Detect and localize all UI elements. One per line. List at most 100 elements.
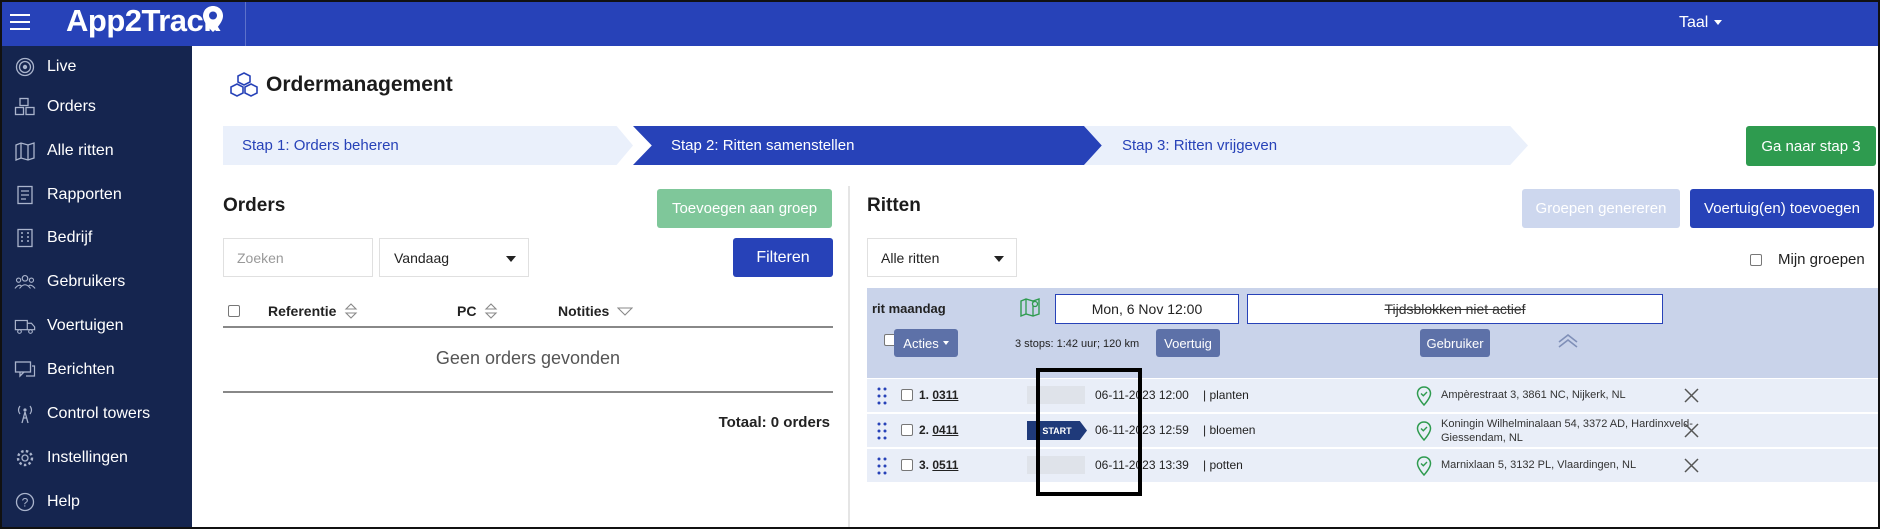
- add-to-group-button[interactable]: Toevoegen aan groep: [657, 189, 832, 228]
- order-ref-link[interactable]: 0411: [932, 423, 958, 437]
- stop-address: Marnixlaan 5, 3132 PL, Vlaardingen, NL: [1441, 459, 1637, 471]
- sidebar: Live Orders Alle ritten Rapporten Bedrij…: [2, 46, 192, 527]
- stop-index: 1. 0311: [919, 388, 958, 402]
- stop-row[interactable]: 3. 0511 06-11-2023 13:39 | potten Marnix…: [867, 449, 1878, 483]
- my-groups-label: Mijn groepen: [1778, 251, 1865, 268]
- stop-index: 2. 0411: [919, 423, 958, 437]
- sidebar-item-label: Control towers: [47, 405, 151, 422]
- orders-icon: [14, 96, 36, 118]
- rit-summary: 3 stops: 1:42 uur; 120 km: [1015, 338, 1140, 350]
- actions-label: Acties: [903, 335, 939, 351]
- location-pin-icon: [1416, 421, 1432, 441]
- drag-handle-icon[interactable]: [877, 422, 887, 440]
- order-ref-link[interactable]: 0311: [932, 388, 958, 402]
- divider: [223, 391, 833, 393]
- date-filter-select[interactable]: Vandaag: [379, 238, 529, 277]
- page-header: Ordermanagement: [230, 72, 453, 98]
- chevron-down-icon: [1714, 20, 1723, 26]
- stop-row[interactable]: 2. 0411 START 06-11-2023 12:59 | bloemen…: [867, 414, 1878, 448]
- sidebar-item-label: Alle ritten: [47, 142, 114, 159]
- stop-address: Koningin Wilhelminalaan 54, 3372 AD, Har…: [1441, 418, 1693, 444]
- vehicle-button[interactable]: Voertuig: [1156, 329, 1220, 357]
- rit-date-field[interactable]: Mon, 6 Nov 12:00: [1055, 294, 1239, 324]
- sort-icon: [485, 303, 498, 319]
- generate-groups-button[interactable]: Groepen genereren: [1522, 189, 1680, 228]
- location-pin-icon: [203, 6, 223, 32]
- select-all-orders-checkbox[interactable]: [228, 305, 240, 317]
- next-step-button[interactable]: Ga naar stap 3: [1746, 126, 1876, 166]
- sidebar-item-help[interactable]: ? Help: [2, 482, 192, 522]
- drag-handle-icon[interactable]: [877, 457, 887, 475]
- empty-state-text: Geen orders gevonden: [435, 348, 621, 368]
- sidebar-item-label: Instellingen: [47, 449, 128, 466]
- column-label: Notities: [558, 303, 610, 319]
- step-2[interactable]: Stap 2: Ritten samenstellen: [633, 126, 1103, 165]
- route-map-icon[interactable]: [1019, 296, 1041, 318]
- svg-text:?: ?: [22, 496, 29, 510]
- sidebar-item-orders[interactable]: Orders: [2, 87, 192, 127]
- stop-row[interactable]: 1. 0311 06-11-2023 12:00 | planten Ampèr…: [867, 379, 1878, 413]
- step-3[interactable]: Stap 3: Ritten vrijgeven: [1084, 126, 1528, 165]
- timeblocks-field[interactable]: Tijdsblokken niet actief: [1247, 294, 1663, 324]
- language-dropdown[interactable]: Taal: [1679, 14, 1723, 32]
- caret-down-icon: [942, 341, 949, 345]
- user-button[interactable]: Gebruiker: [1420, 329, 1490, 357]
- sidebar-item-label: Live: [47, 58, 77, 75]
- sidebar-item-label: Voertuigen: [47, 317, 124, 334]
- column-label: PC: [457, 303, 477, 319]
- date-filter-value: Vandaag: [394, 249, 450, 266]
- my-groups-checkbox[interactable]: [1750, 253, 1762, 266]
- stop-checkbox[interactable]: [901, 389, 913, 401]
- chevron-up-icon[interactable]: [1557, 334, 1579, 348]
- sidebar-item-berichten[interactable]: Berichten: [2, 350, 192, 390]
- close-icon[interactable]: [1684, 458, 1699, 473]
- order-ref-link[interactable]: 0511: [932, 458, 958, 472]
- stop-checkbox[interactable]: [901, 424, 913, 436]
- ritten-filter-select[interactable]: Alle ritten: [867, 238, 1017, 277]
- stop-number: 1.: [919, 388, 930, 402]
- step-1[interactable]: Stap 1: Orders beheren: [223, 126, 633, 165]
- sidebar-item-label: Orders: [47, 98, 96, 115]
- help-icon: ?: [14, 491, 36, 513]
- sidebar-item-voertuigen[interactable]: Voertuigen: [2, 306, 192, 346]
- actions-dropdown-button[interactable]: Acties: [894, 329, 958, 357]
- orders-title: Orders: [223, 195, 286, 216]
- sidebar-item-rapporten[interactable]: Rapporten: [2, 175, 192, 215]
- add-vehicles-button[interactable]: Voertuig(en) toevoegen: [1690, 189, 1874, 228]
- search-input[interactable]: [223, 238, 373, 277]
- close-icon[interactable]: [1684, 423, 1699, 438]
- sidebar-item-alle-ritten[interactable]: Alle ritten: [2, 131, 192, 171]
- building-icon: [14, 227, 36, 249]
- stop-number: 3.: [919, 458, 930, 472]
- column-referentie[interactable]: Referentie: [268, 303, 358, 319]
- panel-divider: [848, 186, 850, 527]
- stop-checkbox[interactable]: [901, 459, 913, 471]
- sidebar-item-bedrijf[interactable]: Bedrijf: [2, 218, 192, 258]
- sort-icon: [345, 303, 358, 319]
- ritten-title: Ritten: [867, 195, 921, 216]
- filter-button[interactable]: Filteren: [733, 238, 833, 277]
- caret-down-icon: [506, 256, 516, 262]
- rit-name: rit maandag: [872, 301, 946, 316]
- orders-table-header: Referentie PC Notities: [223, 298, 833, 328]
- my-groups-toggle[interactable]: Mijn groepen: [1750, 251, 1865, 268]
- stop-note: | potten: [1203, 458, 1243, 472]
- sidebar-item-instellingen[interactable]: Instellingen: [2, 438, 192, 478]
- tower-icon: [14, 403, 36, 425]
- column-notities[interactable]: Notities: [558, 303, 634, 319]
- sidebar-item-live[interactable]: Live: [2, 47, 192, 87]
- column-pc[interactable]: PC: [457, 303, 498, 319]
- column-label: Referentie: [268, 303, 337, 319]
- location-pin-icon: [1416, 386, 1432, 406]
- stop-note: | bloemen: [1203, 423, 1256, 437]
- drag-handle-icon[interactable]: [877, 387, 887, 405]
- hamburger-menu-icon[interactable]: [10, 14, 30, 32]
- caret-down-icon: [994, 256, 1004, 262]
- close-icon[interactable]: [1684, 388, 1699, 403]
- sidebar-item-control-towers[interactable]: Control towers: [2, 394, 192, 434]
- rit-group-header: rit maandag Mon, 6 Nov 12:00 Tijdsblokke…: [867, 288, 1878, 378]
- sidebar-item-gebruikers[interactable]: Gebruikers: [2, 262, 192, 302]
- users-icon: [14, 271, 36, 293]
- ritten-filter-value: Alle ritten: [881, 249, 940, 266]
- top-bar: App2Track Taal: [2, 2, 1878, 46]
